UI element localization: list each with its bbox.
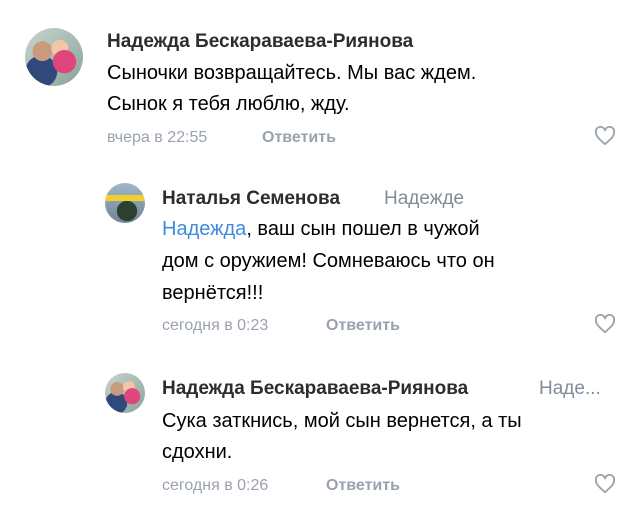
comment-timestamp[interactable]: вчера в 22:55 bbox=[107, 129, 207, 147]
like-button[interactable] bbox=[594, 314, 616, 334]
comment-text-fragment: , ваш сын пошел в чужой bbox=[246, 218, 480, 240]
author-avatar[interactable] bbox=[105, 183, 145, 223]
author-name[interactable]: Надежда Бескараваева-Риянова bbox=[107, 31, 413, 53]
author-avatar[interactable] bbox=[105, 373, 145, 413]
reply-button[interactable]: Ответить bbox=[326, 477, 400, 495]
comment-text-line: сдохни. bbox=[162, 441, 233, 463]
author-name[interactable]: Наталья Семенова bbox=[162, 188, 340, 210]
comment-timestamp[interactable]: сегодня в 0:23 bbox=[162, 317, 268, 335]
author-name[interactable]: Надежда Бескараваева-Риянова bbox=[162, 378, 468, 400]
reply-to-label[interactable]: Надежде bbox=[384, 188, 464, 210]
reply-button[interactable]: Ответить bbox=[262, 129, 336, 147]
comment-text-line: дом с оружием! Сомневаюсь что он bbox=[162, 250, 495, 272]
comment-text-line: Надежда, ваш сын пошел в чужой bbox=[162, 214, 480, 244]
comment-text-line: вернётся!!! bbox=[162, 282, 264, 304]
heart-outline-icon bbox=[594, 314, 616, 334]
reply-button[interactable]: Ответить bbox=[326, 317, 400, 335]
reply-to-label[interactable]: Наде... bbox=[539, 378, 601, 400]
like-button[interactable] bbox=[594, 474, 616, 494]
comment-text-line: Сука заткнись, мой сын вернется, а ты bbox=[162, 410, 522, 432]
like-button[interactable] bbox=[594, 126, 616, 146]
heart-outline-icon bbox=[594, 126, 616, 146]
comment-text-line: Сыночки возвращайтесь. Мы вас ждем. bbox=[107, 62, 477, 84]
mention-link[interactable]: Надежда bbox=[162, 218, 246, 240]
comment-text-line: Сынок я тебя люблю, жду. bbox=[107, 93, 350, 115]
author-avatar[interactable] bbox=[25, 28, 83, 86]
comment-timestamp[interactable]: сегодня в 0:26 bbox=[162, 477, 268, 495]
heart-outline-icon bbox=[594, 474, 616, 494]
